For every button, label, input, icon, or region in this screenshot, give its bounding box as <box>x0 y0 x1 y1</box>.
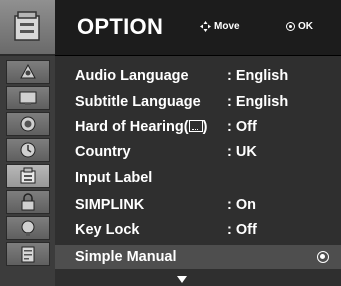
menu-item-country[interactable]: Country : UK <box>55 140 341 164</box>
time-icon <box>20 142 36 158</box>
option-list: Audio Language : English Subtitle Langua… <box>55 56 341 286</box>
picture-icon <box>19 91 37 105</box>
usb-icon <box>21 220 35 236</box>
menu-item-value: : UK <box>227 144 257 160</box>
setup-icon <box>20 63 36 79</box>
lock-icon <box>21 193 35 211</box>
menu-item-simple-manual[interactable]: Simple Manual <box>55 245 341 269</box>
ok-label: OK <box>298 21 313 32</box>
menu-item-label: Key Lock <box>75 222 140 238</box>
menu-item-hard-of-hearing[interactable]: Hard of Hearing() : Off <box>55 115 341 139</box>
hoh-label-text: Hard of Hearing( <box>75 119 189 135</box>
sidebar-item-time[interactable] <box>6 138 50 162</box>
sidebar-header <box>0 0 55 56</box>
option-menu-screen: OPTION Move OK Audio Language : English … <box>0 0 341 286</box>
page-title: OPTION <box>77 14 164 39</box>
sidebar-item-usb[interactable] <box>6 216 50 240</box>
sidebar-item-audio[interactable] <box>6 112 50 136</box>
menu-item-key-lock[interactable]: Key Lock : Off <box>55 218 341 242</box>
move-arrows-icon <box>200 21 211 32</box>
sidebar-item-document[interactable] <box>6 242 50 266</box>
menu-item-value: : On <box>227 197 256 213</box>
category-sidebar <box>0 0 55 286</box>
enter-icon <box>317 251 329 263</box>
sidebar-item-lock[interactable] <box>6 190 50 214</box>
menu-item-label: Audio Language <box>75 68 189 84</box>
menu-item-label: SIMPLINK <box>75 197 145 213</box>
sidebar-item-picture[interactable] <box>6 86 50 110</box>
menu-item-simplink[interactable]: SIMPLINK : On <box>55 193 341 217</box>
menu-item-audio-language[interactable]: Audio Language : English <box>55 64 341 88</box>
scroll-down-arrow-icon[interactable] <box>177 276 187 283</box>
menu-item-label: Subtitle Language <box>75 94 201 110</box>
menu-item-value: : Off <box>227 222 257 238</box>
menu-item-subtitle-language[interactable]: Subtitle Language : English <box>55 90 341 114</box>
menu-item-input-label[interactable]: Input Label <box>55 166 341 190</box>
menu-item-label: Hard of Hearing() <box>75 119 207 135</box>
sidebar-item-setup[interactable] <box>6 60 50 84</box>
move-hint: Move <box>200 21 240 32</box>
subtitle-box-icon <box>188 120 203 132</box>
menu-item-label: Input Label <box>75 170 153 186</box>
menu-item-value: : Off <box>227 119 257 135</box>
option-icon <box>20 167 36 184</box>
move-label: Move <box>214 21 240 33</box>
audio-icon <box>20 116 36 132</box>
menu-item-value: : English <box>227 68 289 84</box>
hoh-label-suffix: ) <box>202 119 208 135</box>
menu-item-label: Country <box>75 144 131 160</box>
ok-hint: OK <box>286 21 313 32</box>
document-icon <box>21 246 35 263</box>
ok-button-icon <box>286 21 295 31</box>
menu-item-value: : English <box>227 94 289 110</box>
option-toolbox-icon <box>14 11 40 41</box>
sidebar-item-option[interactable] <box>6 164 50 188</box>
menu-item-label: Simple Manual <box>75 249 177 265</box>
menu-header: OPTION Move OK <box>55 0 341 56</box>
